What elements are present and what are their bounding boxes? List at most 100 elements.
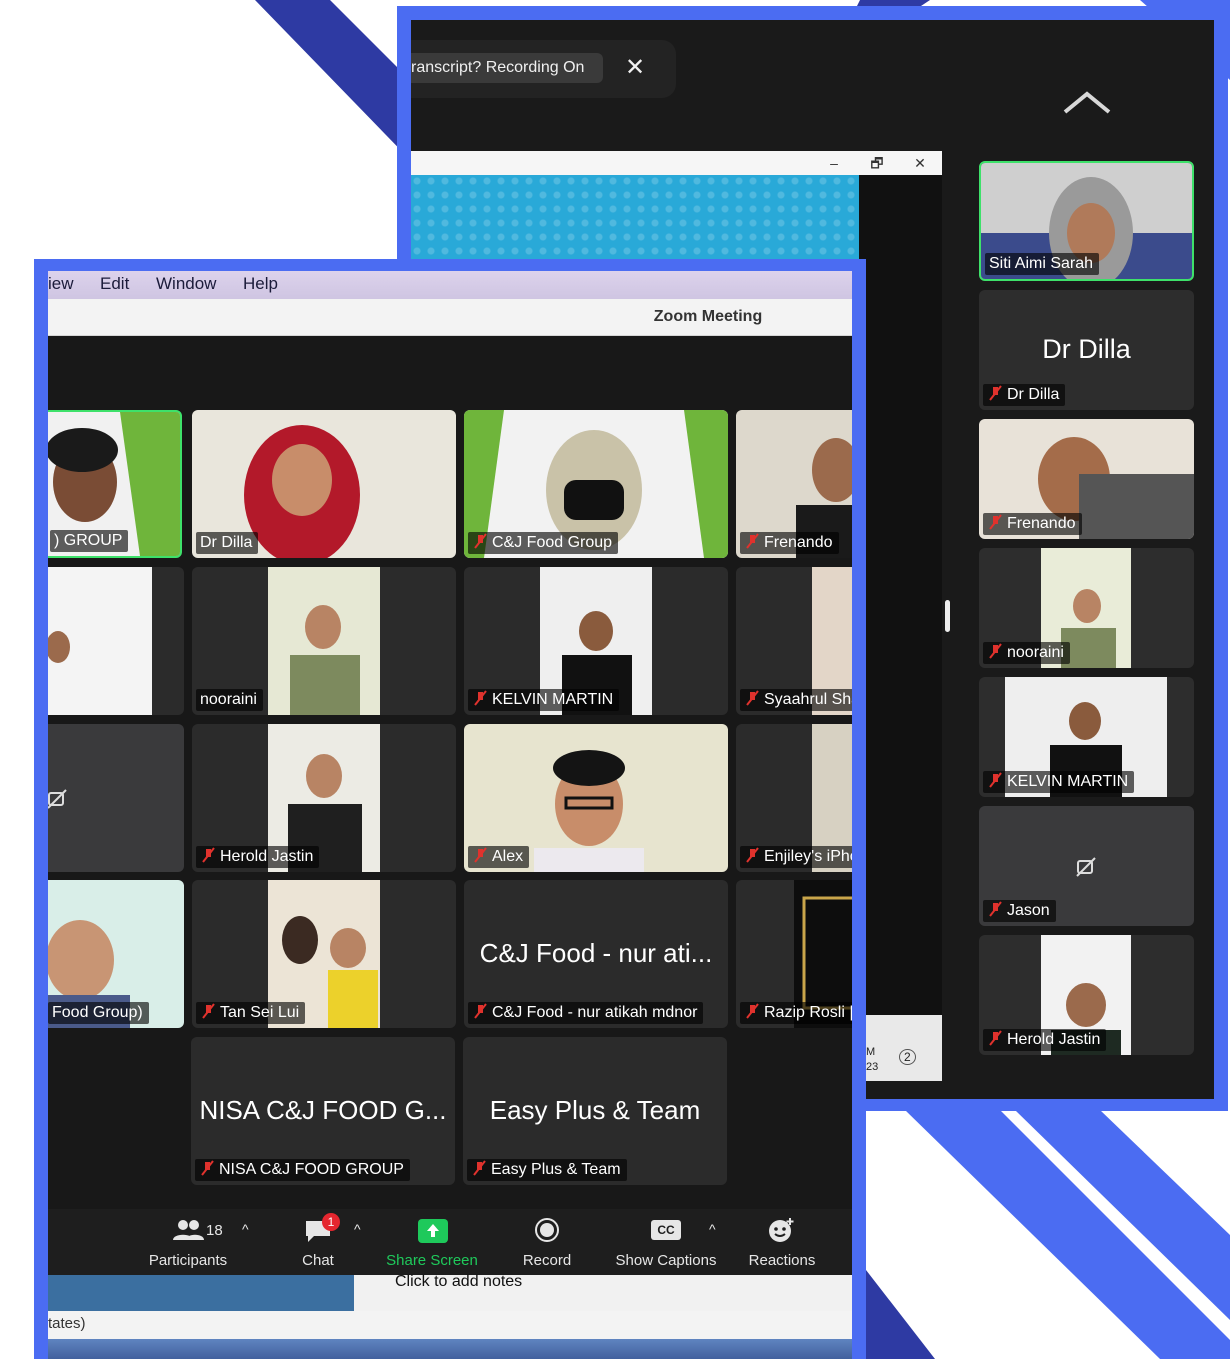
muted-mic-icon bbox=[202, 847, 215, 863]
status-text: tates) bbox=[48, 1315, 86, 1332]
video-off-icon bbox=[1076, 857, 1096, 877]
reactions-button[interactable]: Reactions bbox=[740, 1209, 824, 1275]
recording-notification-text[interactable]: ranscript? Recording On bbox=[411, 53, 603, 83]
participant-tile[interactable]: Tan Sei Lui bbox=[192, 880, 456, 1028]
muted-mic-icon bbox=[989, 772, 1002, 788]
menu-window[interactable]: Window bbox=[156, 271, 216, 299]
muted-mic-icon bbox=[473, 1160, 486, 1176]
record-button[interactable]: Record bbox=[510, 1209, 584, 1275]
participant-tile[interactable]: ) GROUP bbox=[48, 410, 182, 558]
record-label: Record bbox=[522, 1252, 572, 1269]
participant-tile[interactable]: Herold Jastin bbox=[979, 935, 1194, 1055]
participant-tile[interactable]: KELVIN MARTIN bbox=[979, 677, 1194, 797]
participant-tile[interactable]: C&J Food Group bbox=[464, 410, 728, 558]
muted-mic-icon bbox=[989, 385, 1002, 401]
chat-label: Chat bbox=[302, 1252, 334, 1269]
chat-icon: 1 bbox=[288, 1213, 348, 1243]
captions-caret[interactable]: ^ bbox=[709, 1221, 716, 1237]
participant-tile[interactable]: Siti Aimi Sarah bbox=[979, 161, 1194, 281]
chat-caret[interactable]: ^ bbox=[354, 1221, 361, 1237]
participant-tile[interactable]: nooraini bbox=[979, 548, 1194, 668]
participants-icon: 18 bbox=[136, 1217, 240, 1243]
participants-count: 18 bbox=[206, 1222, 223, 1239]
chevron-up-icon[interactable] bbox=[1061, 88, 1113, 118]
muted-mic-icon bbox=[474, 847, 487, 863]
participant-tile[interactable]: KELVIN MARTIN bbox=[464, 567, 728, 715]
participants-caret[interactable]: ^ bbox=[242, 1221, 249, 1237]
muted-mic-icon bbox=[474, 690, 487, 706]
participant-tile[interactable]: Frenando bbox=[736, 410, 852, 558]
participant-name: Dr Dilla bbox=[196, 532, 259, 554]
menu-help[interactable]: Help bbox=[243, 271, 278, 299]
participant-tile[interactable]: Syaahrul Sha bbox=[736, 567, 852, 715]
mac-menubar: iew Edit Window Help bbox=[48, 271, 852, 299]
participant-tile[interactable]: C&J Food - nur ati... C&J Food - nur ati… bbox=[464, 880, 728, 1028]
participant-name: Jason bbox=[983, 900, 1056, 922]
muted-mic-icon bbox=[989, 514, 1002, 530]
muted-mic-icon bbox=[989, 1030, 1002, 1046]
participant-tile[interactable]: NISA C&J FOOD G... NISA C&J FOOD GROUP bbox=[191, 1037, 455, 1185]
participant-tile[interactable] bbox=[48, 567, 184, 715]
participant-name: C&J Food - nur atikah mdnor bbox=[468, 1002, 704, 1024]
share-screen-icon bbox=[380, 1217, 484, 1243]
minimize-button[interactable]: – bbox=[816, 151, 852, 175]
shared-window-dark-panel bbox=[859, 175, 942, 1015]
menu-edit[interactable]: Edit bbox=[100, 271, 129, 299]
participant-tile[interactable]: Razip Rosli | bbox=[736, 880, 852, 1028]
muted-mic-icon bbox=[474, 533, 487, 549]
participant-tile[interactable]: Frenando bbox=[979, 419, 1194, 539]
participant-name: Herold Jastin bbox=[983, 1029, 1107, 1051]
participant-tile[interactable]: Jason bbox=[979, 806, 1194, 926]
close-button[interactable]: ✕ bbox=[902, 151, 938, 175]
share-screen-button[interactable]: Share Screen bbox=[380, 1209, 484, 1275]
participant-tile[interactable]: Enjiley's iPho bbox=[736, 724, 852, 872]
shared-slide-background bbox=[411, 175, 859, 261]
muted-mic-icon bbox=[474, 1003, 487, 1019]
window-title: Zoom Meeting bbox=[653, 308, 763, 325]
muted-mic-icon bbox=[989, 643, 1002, 659]
captions-icon: CC bbox=[608, 1217, 724, 1243]
notification-count: 2 bbox=[899, 1049, 916, 1065]
participant-name: Frenando bbox=[740, 532, 839, 554]
participant-display-name: Dr Dilla bbox=[1042, 334, 1131, 364]
muted-mic-icon bbox=[989, 901, 1002, 917]
video-off-icon bbox=[48, 789, 67, 809]
show-captions-button[interactable]: CC Show Captions bbox=[608, 1209, 724, 1275]
participant-name: NISA C&J FOOD GROUP bbox=[195, 1159, 410, 1181]
notification-icon[interactable]: 2 bbox=[899, 1048, 921, 1070]
participant-tile[interactable]: Food Group) bbox=[48, 880, 184, 1028]
share-screen-label: Share Screen bbox=[386, 1252, 478, 1269]
show-captions-label: Show Captions bbox=[615, 1252, 717, 1269]
participant-tile[interactable]: nooraini bbox=[192, 567, 456, 715]
muted-mic-icon bbox=[746, 847, 759, 863]
participant-name: Siti Aimi Sarah bbox=[985, 253, 1100, 275]
menu-view[interactable]: iew bbox=[48, 271, 74, 299]
participant-tile[interactable]: Dr Dilla Dr Dilla bbox=[979, 290, 1194, 410]
participant-name: Frenando bbox=[983, 513, 1082, 535]
participant-name: Easy Plus & Team bbox=[467, 1159, 627, 1181]
participant-tile[interactable]: Alex bbox=[464, 724, 728, 872]
participant-name: KELVIN MARTIN bbox=[983, 771, 1135, 793]
participant-tile[interactable] bbox=[48, 724, 184, 872]
notes-placeholder[interactable]: Click to add notes bbox=[395, 1274, 695, 1299]
participant-tile[interactable]: Herold Jastin bbox=[192, 724, 456, 872]
chat-button[interactable]: 1 Chat bbox=[288, 1209, 348, 1275]
chat-badge: 1 bbox=[322, 1213, 340, 1231]
participant-display-name: NISA C&J FOOD G... bbox=[199, 1095, 447, 1125]
participant-name: Tan Sei Lui bbox=[196, 1002, 306, 1024]
captions-icon-text: CC bbox=[651, 1220, 681, 1240]
participants-label: Participants bbox=[148, 1252, 228, 1269]
participant-name: Food Group) bbox=[48, 1002, 149, 1024]
participant-name: Alex bbox=[468, 846, 530, 868]
participant-tile[interactable]: Easy Plus & Team Easy Plus & Team bbox=[463, 1037, 727, 1185]
participants-button[interactable]: 18 Participants bbox=[136, 1209, 240, 1275]
close-icon[interactable]: ✕ bbox=[623, 54, 647, 82]
muted-mic-icon bbox=[201, 1160, 214, 1176]
record-icon bbox=[510, 1217, 584, 1243]
participant-tile[interactable]: Dr Dilla bbox=[192, 410, 456, 558]
mac-dock bbox=[48, 1339, 852, 1359]
app-status-bar bbox=[48, 1311, 852, 1339]
participant-name: KELVIN MARTIN bbox=[468, 689, 620, 711]
restore-button[interactable]: 🗗 bbox=[859, 151, 895, 175]
splitter-handle[interactable] bbox=[945, 600, 950, 632]
